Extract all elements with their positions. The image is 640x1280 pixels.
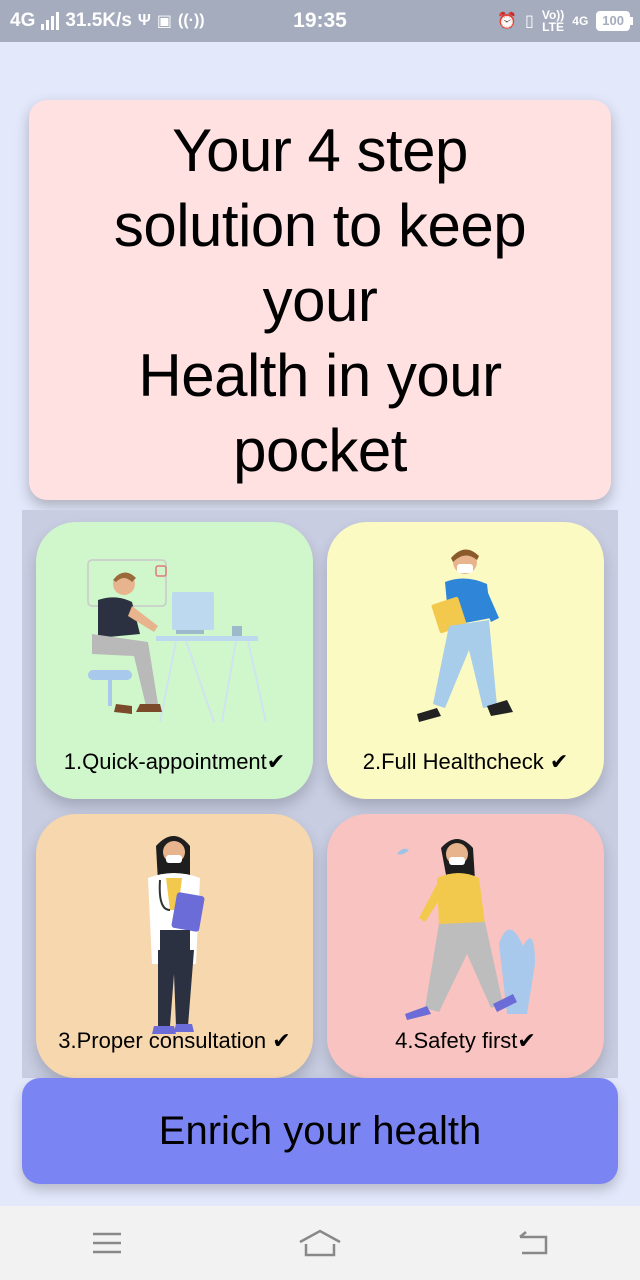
doctor-at-desk-illustration: [87, 559, 267, 723]
battery-icon: 100: [596, 11, 633, 31]
network-type-right: 4G: [572, 14, 589, 28]
masked-woman-walking-illustration: [397, 839, 535, 1020]
app-notification-icon: ▣: [156, 13, 172, 30]
back-button[interactable]: [493, 1213, 573, 1273]
home-icon: [299, 1229, 341, 1257]
header-card: Your 4 step solution to keep your Health…: [29, 100, 611, 500]
network-speed: 31.5K/s: [65, 10, 132, 31]
back-icon: [519, 1231, 548, 1255]
card-label: 1.Quick-appointment✔: [63, 749, 286, 774]
status-right: ⏰ ▯ Vo)) LTE 4G 100: [497, 8, 633, 34]
status-bar: 4G 31.5K/s Ψ ▣ ((·)) 19:35 ⏰ ▯ Vo)) LTE 4…: [0, 0, 640, 42]
signal-icon: [41, 12, 60, 30]
card-label: 3.Proper consultation ✔: [58, 1028, 291, 1053]
hotspot-icon: ((·)): [177, 12, 205, 29]
step-card-full-healthcheck[interactable]: 2.Full Healthcheck ✔: [327, 522, 604, 799]
home-button[interactable]: [280, 1213, 360, 1273]
menu-icon: [92, 1232, 121, 1254]
step-card-quick-appointment[interactable]: 1.Quick-appointment✔: [36, 522, 313, 799]
masked-man-walking-with-clipboard-illustration: [417, 549, 513, 722]
card-label: 4.Safety first✔: [395, 1028, 536, 1053]
step-card-safety-first[interactable]: 4.Safety first✔: [327, 814, 604, 1078]
system-nav-bar: [0, 1206, 640, 1280]
menu-button[interactable]: [67, 1213, 147, 1273]
alarm-icon: ⏰: [497, 13, 518, 30]
step-card-proper-consultation[interactable]: 3.Proper consultation ✔: [36, 814, 313, 1078]
volte-indicator: Vo)) LTE: [541, 8, 565, 34]
status-left: 4G 31.5K/s Ψ ▣ ((·)): [10, 10, 205, 32]
enrich-health-button[interactable]: Enrich your health: [22, 1078, 618, 1184]
card-label: 2.Full Healthcheck ✔: [362, 749, 569, 774]
doctor-with-stethoscope-illustration: [148, 836, 205, 1034]
page-title: Your 4 step solution to keep your Health…: [113, 116, 527, 484]
network-type: 4G: [10, 10, 36, 31]
vibrate-icon: ▯: [525, 13, 534, 30]
usb-icon: Ψ: [137, 12, 151, 29]
